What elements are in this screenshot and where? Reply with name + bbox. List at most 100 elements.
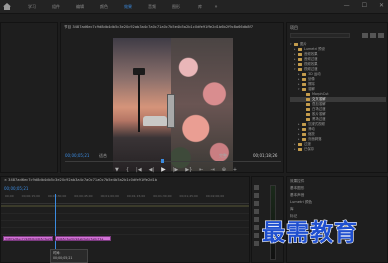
slip-tool-icon[interactable]: [254, 217, 259, 222]
tab-color[interactable]: 颜色: [92, 4, 116, 10]
ruler-tick-label: 00;01;15;00: [126, 194, 146, 198]
folder-icon: [298, 53, 302, 56]
folder-icon: [302, 73, 306, 76]
button-editor-icon[interactable]: +: [233, 167, 237, 173]
accelerated-effects-icon[interactable]: [362, 33, 368, 38]
transport-controls: ▼ { |◀ ◀| ▶ |▶ ▶} ⇤ ⇥ ⊕ +: [115, 166, 237, 173]
mark-out-icon[interactable]: ▶}: [185, 167, 192, 173]
project-panel-title[interactable]: 项目: [290, 25, 298, 31]
folder-icon: [298, 148, 302, 151]
mark-in-icon[interactable]: {: [126, 167, 129, 173]
32bit-effects-icon[interactable]: [370, 33, 376, 38]
selection-tool-icon[interactable]: [254, 185, 259, 190]
yuv-effects-icon[interactable]: [378, 33, 384, 38]
transition-handle[interactable]: [167, 94, 175, 128]
razor-tool-icon[interactable]: [254, 209, 259, 214]
tree-item[interactable]: ▸ 已保存: [290, 147, 386, 152]
tool-buttons: [254, 185, 259, 246]
clip-roses[interactable]: b4b5c3e20c92ab3a4c7a0c71a: [55, 236, 111, 241]
work-area-bar[interactable]: [1, 205, 249, 207]
ruler-tick-label: 00;01;30;00: [153, 194, 172, 198]
folder-icon: [302, 128, 306, 131]
folder-icon: [306, 108, 310, 111]
step-back-icon[interactable]: ◀|: [149, 167, 155, 173]
panel-link-libraries[interactable]: 库: [290, 207, 294, 212]
ruler-tick-label: 00;00;45;00: [74, 194, 93, 198]
project-panel-buttons: [362, 33, 384, 38]
window-controls: — ☐ ✕: [344, 2, 384, 9]
panel-link-essential-graphics[interactable]: 基本图形: [290, 186, 304, 191]
folder-icon: [298, 68, 302, 71]
track-v3[interactable]: [1, 208, 249, 214]
maximize-icon[interactable]: ☐: [362, 2, 367, 9]
track-select-tool-icon[interactable]: [254, 193, 259, 198]
resolution-dropdown[interactable]: 完整: [219, 153, 227, 159]
ruler-tick-label: 00;00: [5, 194, 14, 198]
pen-tool-icon[interactable]: [254, 225, 259, 230]
fit-dropdown[interactable]: 适合: [99, 153, 107, 159]
tab-learn[interactable]: 学习: [20, 4, 44, 10]
close-icon[interactable]: ✕: [379, 2, 384, 9]
folder-icon: [294, 43, 298, 46]
ruler-tick-label: 00;00;30;00: [47, 194, 67, 198]
lift-icon[interactable]: ⇤: [199, 167, 203, 173]
program-scrubber[interactable]: [65, 161, 281, 164]
sunset-street-image: [113, 38, 171, 171]
panel-link-effect-controls[interactable]: 效果控件: [290, 179, 304, 184]
track-v1[interactable]: [1, 222, 249, 228]
project-panel: 项目 ▾ 图片 ▸ Lumetri 预设 ▸ 音频效果 ▸ 音频过渡 ▸ 视频效果 ▾ 视频过渡 ▸ 3D…: [286, 22, 388, 173]
panel-link-essential-sound[interactable]: 基本声音: [290, 193, 304, 198]
tab-audio[interactable]: 音频: [140, 4, 164, 10]
folder-icon: [302, 138, 306, 141]
sign-pole: [138, 74, 140, 132]
time-ruler[interactable]: 00;00 00;00;15;00 00;00;30;00 00;00;45;00 00…: [1, 194, 249, 204]
more-workspaces-icon[interactable]: »: [212, 4, 220, 10]
sequence-tab[interactable]: × 3487ad6ec7c9d8db4db5c3e20c92ab3a4c7a0c…: [4, 178, 244, 182]
ruler-tick-label: 00;01;45;00: [179, 194, 198, 198]
extract-icon[interactable]: ⇥: [211, 167, 215, 173]
minimize-icon[interactable]: —: [344, 2, 350, 9]
ruler-tick-label: 00;01;00;00: [100, 194, 119, 198]
timeline-panel: × 3487ad6ec7c9d8db4db5c3e20c92ab3a4c7a0c…: [0, 176, 250, 263]
play-icon[interactable]: ▶: [161, 166, 166, 173]
workspace-tabs: 学习 组件 编辑 颜色 效果 音频 图形 库 »: [20, 0, 220, 14]
track-a1[interactable]: [1, 229, 249, 235]
tab-editing[interactable]: 编辑: [68, 4, 92, 10]
add-marker-icon[interactable]: ▼: [115, 167, 119, 173]
tab-assembly[interactable]: 组件: [44, 4, 68, 10]
tree-item-label: 已保存: [304, 147, 315, 151]
tab-libraries[interactable]: 库: [188, 4, 212, 10]
timeline-timecode[interactable]: 00;00;05;21: [4, 186, 28, 191]
home-icon[interactable]: [3, 3, 11, 10]
go-to-in-icon[interactable]: |◀: [136, 167, 142, 173]
roses-image: [171, 38, 233, 171]
source-panel: [0, 22, 58, 173]
folder-icon: [298, 63, 302, 66]
step-forward-icon[interactable]: |▶: [173, 167, 179, 173]
video-frame[interactable]: [113, 38, 233, 171]
export-frame-icon[interactable]: ⊕: [222, 167, 226, 173]
tab-effects[interactable]: 效果: [116, 4, 140, 10]
effects-search-input[interactable]: [290, 33, 350, 38]
workspace-bar: 学习 组件 编辑 颜色 效果 音频 图形 库 » — ☐ ✕: [0, 0, 388, 14]
folder-icon: [306, 93, 310, 96]
ripple-edit-tool-icon[interactable]: [254, 201, 259, 206]
type-tool-icon[interactable]: [254, 241, 259, 246]
panel-link-lumetri[interactable]: Lumetri 颜色: [290, 200, 312, 205]
folder-icon: [298, 143, 302, 146]
program-playhead[interactable]: [161, 159, 164, 163]
tab-graphics[interactable]: 图形: [164, 4, 188, 10]
folder-icon: [306, 118, 310, 121]
tooltip-time: 00;00;05;21: [53, 256, 73, 260]
folder-icon: [302, 83, 306, 86]
playhead-timecode[interactable]: 00;00;05;21: [65, 153, 89, 158]
effects-tree: ▾ 图片 ▸ Lumetri 预设 ▸ 音频效果 ▸ 音频过渡 ▸ 视频效果 ▾ 视频过渡 ▸ 3D 运动…: [290, 42, 386, 152]
track-v2[interactable]: [1, 215, 249, 221]
program-monitor-title[interactable]: 节目 3487ad6ec7c9d8db4db5c3e20c92ab3a4c7a0…: [64, 25, 282, 30]
clip-sunset[interactable]: 3487ad6ec7c9d8db4db5c3e20c: [3, 236, 53, 241]
hand-tool-icon[interactable]: [254, 233, 259, 238]
folder-icon: [302, 78, 306, 81]
car-shape: [143, 116, 167, 126]
folder-icon: [306, 98, 310, 101]
folder-icon: [302, 133, 306, 136]
